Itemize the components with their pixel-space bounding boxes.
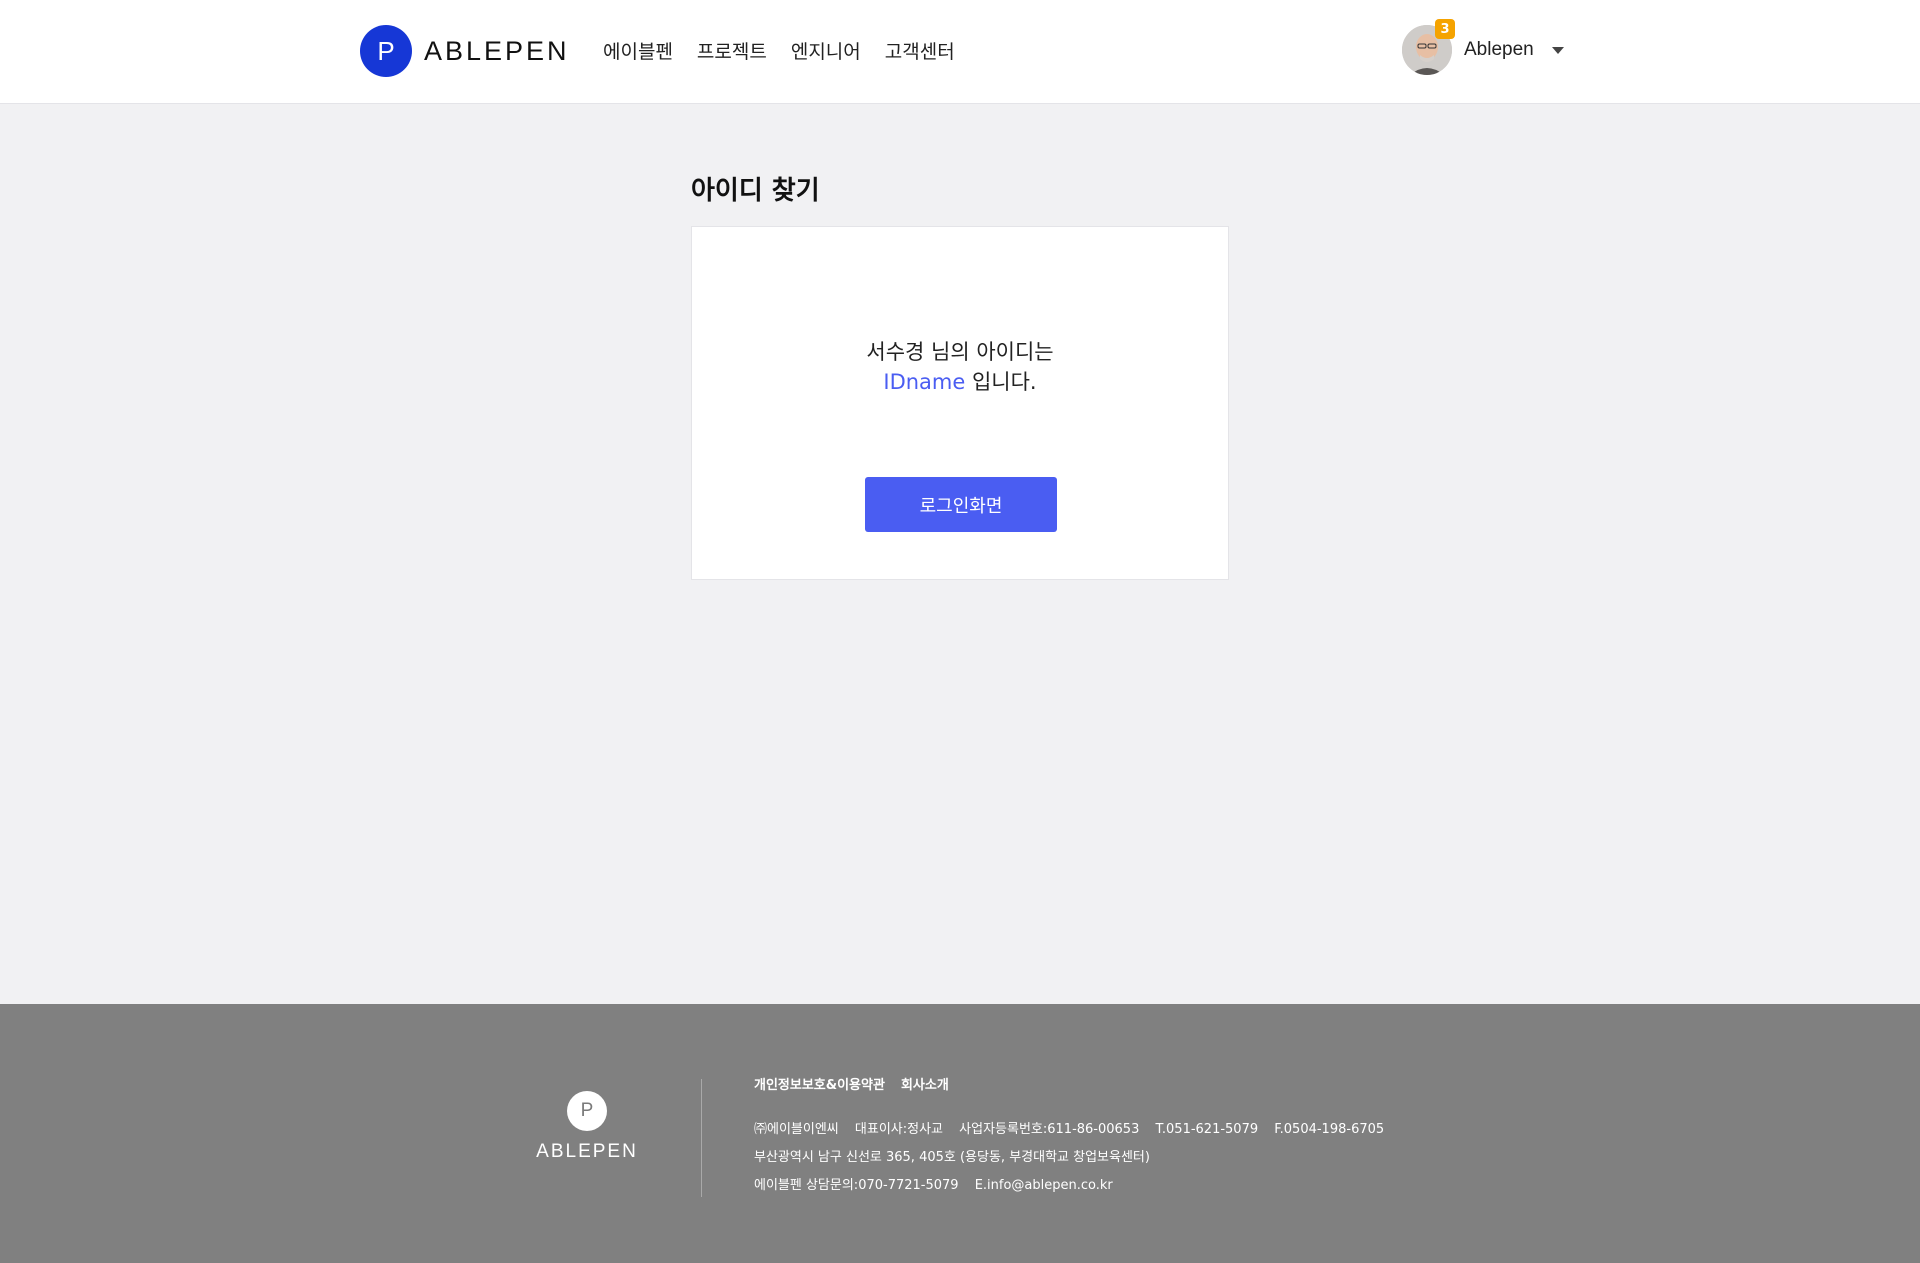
ablepen-logo[interactable]: P ABLEPEN xyxy=(360,25,570,77)
footer-link-company[interactable]: 회사소개 xyxy=(901,1074,949,1093)
phone-number: T.051-621-5079 xyxy=(1155,1122,1259,1137)
nav-item-engineer[interactable]: 엔지니어 xyxy=(791,37,861,64)
nav-item-support[interactable]: 고객센터 xyxy=(885,37,955,64)
consult-phone: 에이블펜 상담문의:070-7721-5079 xyxy=(754,1178,959,1193)
avatar[interactable]: 3 xyxy=(1402,19,1455,75)
contact-email[interactable]: E.info@ablepen.co.kr xyxy=(975,1178,1113,1193)
user-name[interactable]: Ablepen xyxy=(1464,39,1534,61)
business-number: 사업자등록번호:611-86-00653 xyxy=(959,1122,1140,1137)
nav-item-project[interactable]: 프로젝트 xyxy=(697,37,767,64)
chevron-down-icon[interactable] xyxy=(1551,46,1564,54)
company-name: ㈜에이블이엔씨 xyxy=(754,1122,839,1137)
company-address: 부산광역시 남구 신선로 365, 405호 (용당동, 부경대학교 창업보육센… xyxy=(754,1150,1150,1165)
main-nav: 에이블펜 프로젝트 엔지니어 고객센터 xyxy=(603,37,955,64)
logo-text: ABLEPEN xyxy=(424,35,570,66)
top-header: P ABLEPEN 에이블펜 프로젝트 엔지니어 고객센터 3 Ablepen xyxy=(0,0,1920,104)
result-message-line2: IDname 입니다. xyxy=(692,367,1228,397)
footer-logo-mark: P xyxy=(567,1091,607,1131)
find-id-result-card: 서수경 님의 아이디는 IDname 입니다. 로그인화면 xyxy=(691,226,1229,580)
result-message-line1: 서수경 님의 아이디는 xyxy=(866,340,1054,364)
nav-item-ablepen[interactable]: 에이블펜 xyxy=(603,37,673,64)
footer-company-info: ㈜에이블이엔씨 대표이사:정사교 사업자등록번호:611-86-00653 T.… xyxy=(754,1116,1396,1200)
result-message-suffix: 입니다. xyxy=(965,370,1037,394)
page-title: 아이디 찾기 xyxy=(691,176,820,206)
footer-address-row: 부산광역시 남구 신선로 365, 405호 (용당동, 부경대학교 창업보육센… xyxy=(754,1144,1396,1172)
user-menu[interactable]: 3 Ablepen xyxy=(1402,19,1564,75)
footer-link-privacy-terms[interactable]: 개인정보보호&이용약관 xyxy=(754,1074,885,1093)
logo-mark: P xyxy=(360,25,412,77)
footer-logo-text: ABLEPEN xyxy=(536,1141,638,1162)
footer: P ABLEPEN 개인정보보호&이용약관 회사소개 ㈜에이블이엔씨 대표이사:… xyxy=(0,1004,1920,1263)
footer-contact-row: 에이블펜 상담문의:070-7721-5079 E.info@ablepen.c… xyxy=(754,1172,1396,1200)
ceo-name: 대표이사:정사교 xyxy=(854,1122,944,1137)
found-id-value: IDname xyxy=(883,370,966,394)
footer-logo[interactable]: P ABLEPEN xyxy=(532,1091,642,1163)
notification-badge: 3 xyxy=(1435,19,1455,39)
result-message: 서수경 님의 아이디는 IDname 입니다. xyxy=(692,337,1228,397)
footer-links: 개인정보보호&이용약관 회사소개 xyxy=(754,1074,949,1093)
footer-info-row: ㈜에이블이엔씨 대표이사:정사교 사업자등록번호:611-86-00653 T.… xyxy=(754,1116,1396,1144)
footer-divider xyxy=(701,1079,702,1197)
go-to-login-button[interactable]: 로그인화면 xyxy=(865,477,1057,532)
fax-number: F.0504-198-6705 xyxy=(1274,1122,1385,1137)
